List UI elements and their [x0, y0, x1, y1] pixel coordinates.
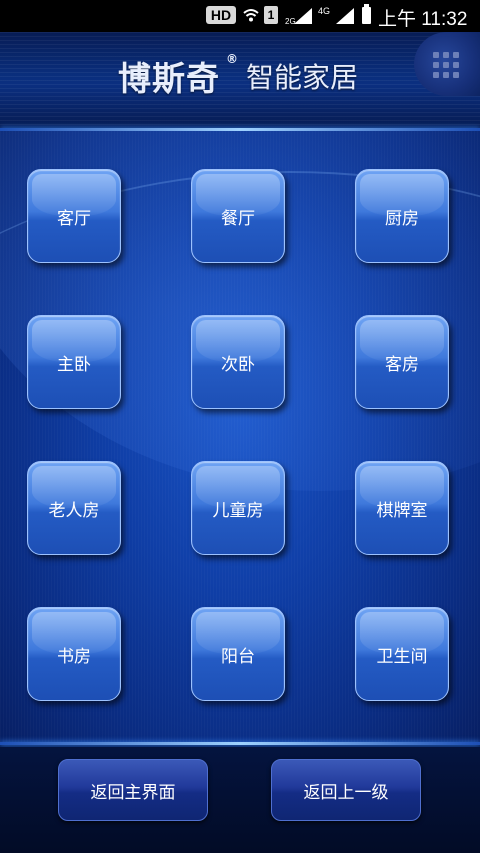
room-button-study[interactable]: 书房 [27, 607, 121, 701]
room-button-dining-room[interactable]: 餐厅 [191, 169, 285, 263]
room-button-second-bedroom[interactable]: 次卧 [191, 315, 285, 409]
room-button-guest-room[interactable]: 客房 [355, 315, 449, 409]
room-label: 阳台 [221, 646, 255, 667]
room-label: 棋牌室 [376, 500, 428, 521]
room-label: 厨房 [385, 208, 419, 229]
room-label: 主卧 [57, 354, 91, 375]
room-label: 儿童房 [212, 500, 264, 521]
room-label: 次卧 [221, 354, 255, 375]
room-label: 书房 [57, 646, 91, 667]
status-bar: HD 1 2G 4G 上午 11:32 [0, 0, 480, 32]
brand-subtitle: 智能家居 [246, 61, 359, 94]
hd-badge: HD [206, 6, 236, 24]
room-button-kids-room[interactable]: 儿童房 [191, 461, 285, 555]
room-label: 老人房 [48, 500, 100, 521]
back-button[interactable]: 返回上一级 [271, 759, 421, 821]
room-button-living-room[interactable]: 客厅 [27, 169, 121, 263]
grid-menu-icon [433, 52, 459, 78]
room-button-master-bedroom[interactable]: 主卧 [27, 315, 121, 409]
room-label: 卫生间 [376, 646, 428, 667]
clock: 上午 11:32 [378, 9, 468, 30]
menu-button[interactable] [414, 32, 480, 96]
footer-divider [0, 742, 480, 745]
room-button-bathroom[interactable]: 卫生间 [355, 607, 449, 701]
room-button-elder-room[interactable]: 老人房 [27, 461, 121, 555]
network-2g-label: 2G [285, 17, 296, 26]
sim-slot-icon: 1 [264, 6, 278, 24]
signal-4g-icon [336, 8, 354, 24]
room-panel: 客厅 餐厅 厨房 主卧 次卧 客房 老人房 儿童房 棋牌室 书房 阳台 卫生间 [0, 131, 480, 742]
home-button[interactable]: 返回主界面 [58, 759, 208, 821]
room-label: 客厅 [57, 208, 91, 229]
network-4g-label: 4G [318, 6, 331, 16]
room-button-game-room[interactable]: 棋牌室 [355, 461, 449, 555]
app-header: 博斯奇 ® 智能家居 [0, 32, 480, 128]
battery-icon [362, 4, 371, 24]
room-label: 客房 [385, 354, 419, 375]
room-button-kitchen[interactable]: 厨房 [355, 169, 449, 263]
registered-mark: ® [226, 52, 238, 66]
room-label: 餐厅 [221, 208, 255, 229]
brand-logo: 博斯奇 [118, 59, 220, 98]
footer-bar: 返回主界面 返回上一级 [0, 747, 480, 853]
wifi-icon [243, 9, 259, 22]
room-button-balcony[interactable]: 阳台 [191, 607, 285, 701]
